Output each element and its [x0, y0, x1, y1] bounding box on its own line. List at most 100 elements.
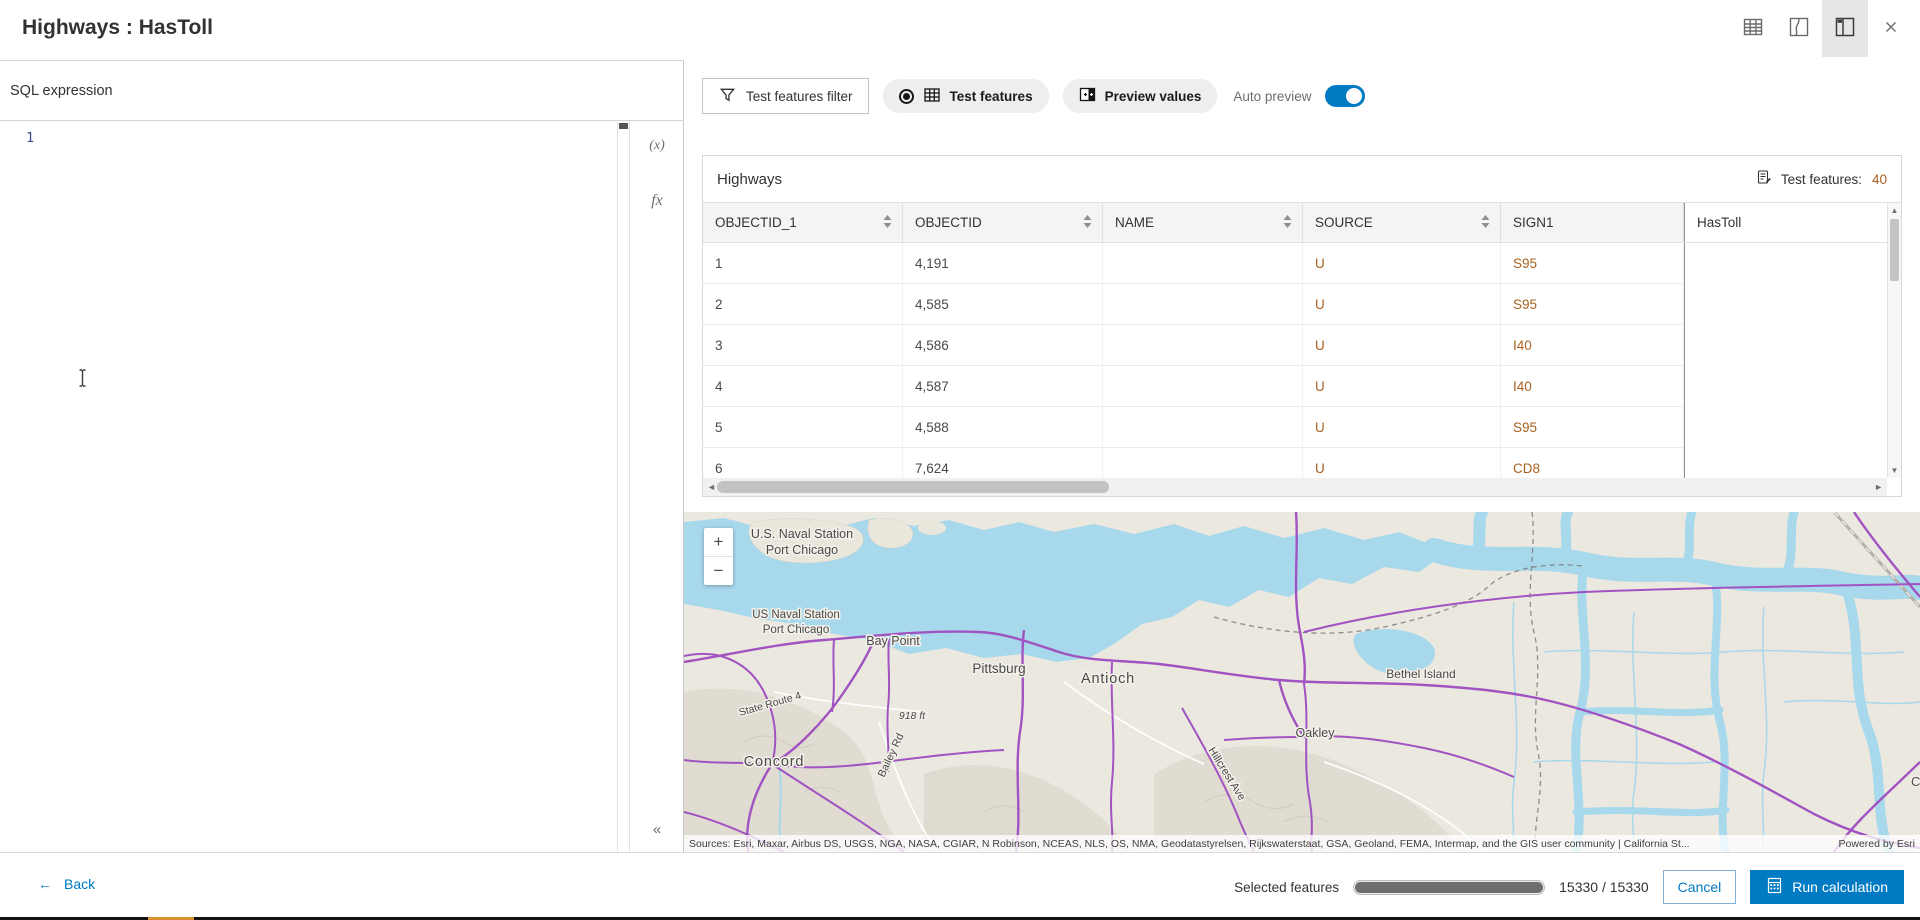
map-label-naval-station-2b: Port Chicago [763, 624, 829, 636]
map-label-concord: Concord [744, 754, 804, 770]
table-row[interactable]: 4 4,587 U I40 [703, 366, 1901, 407]
column-header-objectid[interactable]: OBJECTID [903, 203, 1103, 242]
scroll-left-arrow[interactable]: ◄ [707, 482, 716, 492]
scroll-up-arrow[interactable]: ▲ [1888, 206, 1901, 215]
zoom-out-button[interactable]: − [704, 557, 733, 585]
map-label-naval-station-1: U.S. Naval Station [751, 527, 853, 541]
sql-expression-label: SQL expression [0, 61, 683, 121]
table-cell [1103, 366, 1303, 407]
cancel-button[interactable]: Cancel [1662, 870, 1737, 904]
test-features-table-card: Highways Test features: 40 OBJECTID_1 OB… [702, 155, 1902, 497]
table-cell: U [1303, 284, 1501, 325]
radio-selected-icon [898, 88, 914, 104]
map-attribution: Sources: Esri, Maxar, Airbus DS, USGS, N… [684, 835, 1920, 852]
attribution-sources: Sources: Esri, Maxar, Airbus DS, USGS, N… [689, 837, 1690, 850]
collapse-panel-button[interactable]: « [631, 821, 683, 838]
test-features-count: Test features: 40 [1756, 169, 1887, 189]
sort-icon[interactable] [1283, 214, 1292, 231]
preview-values-icon [1079, 86, 1096, 106]
sort-icon[interactable] [1083, 214, 1092, 231]
auto-preview-toggle[interactable] [1325, 85, 1366, 107]
scroll-down-arrow[interactable]: ▼ [1888, 466, 1901, 475]
table-view-button[interactable] [1730, 0, 1776, 57]
vertical-scrollbar-thumb[interactable] [1890, 219, 1899, 281]
footer-bar: ← Back Selected features 15330 / 15330 C… [0, 852, 1920, 920]
sort-icon[interactable] [1481, 214, 1490, 231]
table-cell: 4,586 [903, 325, 1103, 366]
table-cell [1103, 243, 1303, 284]
table-cell: 5 [703, 407, 903, 448]
horizontal-scrollbar-thumb[interactable] [717, 481, 1109, 493]
table-cell: 4,585 [903, 284, 1103, 325]
horizontal-scrollbar[interactable]: ◄ ► [703, 478, 1887, 496]
table-cell: 7,624 [903, 448, 1103, 481]
column-header-hastoll[interactable]: HasToll [1684, 203, 1887, 242]
editor-scrollbar[interactable] [617, 122, 630, 852]
test-features-filter-button[interactable]: Test features filter [702, 78, 869, 114]
table-row[interactable]: 2 4,585 U S95 [703, 284, 1901, 325]
column-header-sign1[interactable]: SIGN1 [1501, 203, 1684, 242]
selected-features-count: 15330 / 15330 [1559, 879, 1649, 895]
run-calculation-button[interactable]: Run calculation [1750, 870, 1904, 904]
table-cell: 4,191 [903, 243, 1103, 284]
preview-map[interactable]: U.S. Naval Station Port Chicago US Naval… [684, 512, 1920, 852]
map-label-partial-city: C [1911, 774, 1920, 789]
table-cell: U [1303, 243, 1501, 284]
table-cell: 4 [703, 366, 903, 407]
grid-icon [923, 86, 941, 107]
vertical-scrollbar[interactable]: ▲ ▼ [1887, 203, 1901, 478]
variables-button[interactable]: (x) [631, 138, 683, 154]
map-view-button[interactable] [1776, 0, 1822, 57]
table-row[interactable]: 3 4,586 U I40 [703, 325, 1901, 366]
split-view-button[interactable] [1822, 0, 1868, 57]
attribute-grid: OBJECTID_1 OBJECTID NAME SOURCE SIGN1 Ha… [703, 202, 1901, 496]
table-cell [1684, 243, 1901, 284]
auto-preview-label: Auto preview [1233, 88, 1312, 104]
table-cell: 1 [703, 243, 903, 284]
map-label-pittsburg: Pittsburg [972, 661, 1025, 676]
sort-icon[interactable] [883, 214, 892, 231]
table-row[interactable]: 1 4,191 U S95 [703, 243, 1901, 284]
powered-by-esri-link[interactable]: Powered by Esri [1839, 838, 1915, 850]
table-icon [1741, 15, 1765, 42]
close-button[interactable] [1868, 0, 1914, 57]
column-header-source[interactable]: SOURCE [1303, 203, 1501, 242]
table-cell: U [1303, 325, 1501, 366]
table-cell [1684, 366, 1901, 407]
table-cell [1684, 284, 1901, 325]
preview-values-chip[interactable]: Preview values [1062, 79, 1218, 113]
test-toolbar: Test features filter Test features Previ… [702, 78, 1366, 114]
filter-icon [718, 85, 737, 107]
table-cell [1103, 407, 1303, 448]
close-icon [1880, 16, 1902, 41]
functions-button[interactable]: fx [631, 192, 683, 210]
table-title: Highways [717, 170, 783, 188]
table-cell [1684, 325, 1901, 366]
table-cell: U [1303, 407, 1501, 448]
table-row[interactable]: 6 7,624 U CD8 [703, 448, 1901, 481]
map-label-elevation: 918 ft [899, 710, 926, 722]
editor-scrollbar-thumb[interactable] [619, 123, 628, 129]
editor-line-number: 1 [26, 130, 35, 146]
table-header-row: OBJECTID_1 OBJECTID NAME SOURCE SIGN1 Ha… [703, 203, 1887, 243]
sql-code-editor[interactable]: 1 [0, 122, 617, 852]
back-button[interactable]: ← Back [38, 876, 95, 892]
scroll-right-arrow[interactable]: ► [1874, 482, 1883, 492]
test-features-chip[interactable]: Test features [882, 79, 1049, 113]
map-label-bay-point: Bay Point [866, 634, 920, 648]
table-cell: CD8 [1501, 448, 1684, 481]
header-toolbar [1730, 0, 1914, 57]
column-header-objectid-1[interactable]: OBJECTID_1 [703, 203, 903, 242]
column-header-name[interactable]: NAME [1103, 203, 1303, 242]
table-cell: S95 [1501, 243, 1684, 284]
table-cell: S95 [1501, 284, 1684, 325]
table-cell [1103, 448, 1303, 481]
table-body: 1 4,191 U S95 2 4,585 U S95 3 4,586 U I40 4 4,587 U I40… [703, 243, 1901, 481]
split-view-icon [1833, 15, 1857, 42]
selected-features-progress [1353, 879, 1546, 895]
sql-expression-panel: SQL expression 1 (x) fx « [0, 60, 684, 852]
map-label-naval-station-1b: Port Chicago [766, 543, 838, 557]
zoom-in-button[interactable]: + [704, 528, 733, 556]
table-cell: I40 [1501, 366, 1684, 407]
table-row[interactable]: 5 4,588 U S95 [703, 407, 1901, 448]
